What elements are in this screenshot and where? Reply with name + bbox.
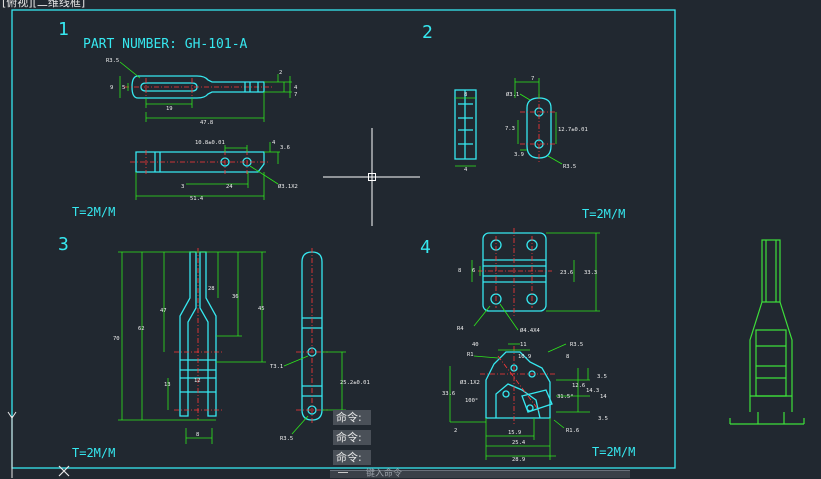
dim-label: 8 — [196, 432, 199, 438]
dim-label: 8 — [464, 92, 467, 98]
dim-label: 13 — [164, 382, 171, 388]
dim-label: R4 — [457, 326, 464, 332]
dim-label: 14.3 — [586, 388, 599, 394]
thickness-label-2: T=2M/M — [582, 207, 625, 221]
dim-label: R1.6 — [566, 428, 579, 434]
dim-label: 28.9 — [512, 457, 525, 463]
dim-label: 14 — [600, 394, 607, 400]
dim-label: R3.5 — [280, 436, 293, 442]
dim-label: 12.7±0.01 — [558, 127, 588, 133]
quadrant-number-4: 4 — [420, 237, 431, 258]
thickness-label-4: T=2M/M — [592, 445, 635, 459]
part-number-label: PART NUMBER: GH-101-A — [83, 37, 248, 52]
dim-label: 62 — [138, 326, 145, 332]
drawing-frame — [11, 9, 676, 469]
drawing-canvas[interactable]: .c { stroke: #36e8f0; fill: none; stroke… — [0, 0, 821, 478]
dim-label: 4 — [294, 85, 298, 91]
quadrant-number-3: 3 — [58, 234, 69, 255]
dim-label: 25.2±0.01 — [340, 380, 370, 386]
dim-label: 70 — [113, 336, 120, 342]
command-line-icon — [338, 472, 348, 478]
command-history-line: 命令: — [333, 450, 371, 465]
dim-label: 3 — [181, 184, 184, 190]
dim-label: 33.3 — [584, 270, 597, 276]
dim-label: 45 — [258, 306, 265, 312]
view-1-top-part[interactable]: R3.5 9 5 2 4 7 19 47.8 10.8±0.01 4 3.6 3 — [106, 58, 298, 202]
dim-label: 25.4 — [512, 440, 526, 446]
dim-label: 33.6 — [442, 391, 455, 397]
dim-label: R3.5 — [106, 58, 119, 64]
dim-label: 4 — [272, 140, 276, 146]
thickness-label-3: T=2M/M — [72, 446, 115, 460]
dim-label: R1 — [467, 352, 474, 358]
dim-label: 3.9 — [514, 152, 524, 158]
dim-label: 11 — [520, 342, 527, 348]
dim-label: 6 — [472, 268, 475, 274]
dim-label: 2 — [279, 70, 282, 76]
view-2-small-parts[interactable]: 8 4 7 Ø3.1 7.3 12.7±0.01 3.9 R3.5 — [454, 76, 588, 173]
dim-label: 4 — [464, 167, 468, 173]
view-4-clamp-assembly[interactable]: 8 6 23.6 33.3 R4 Ø4.4X4 40 11 R1 10.9 R3… — [442, 228, 608, 463]
thickness-label-1: T=2M/M — [72, 205, 115, 219]
dim-label: 9 — [110, 85, 113, 91]
dim-label: 40 — [472, 342, 479, 348]
quadrant-number-1: 1 — [58, 19, 69, 40]
dim-label: 3.5 — [598, 416, 608, 422]
view-3-side-parts[interactable]: 70 62 47 28 36 45 13 12 8 T3.1 25.2±0.01… — [113, 248, 370, 444]
dim-label: 7 — [531, 76, 534, 82]
dim-label: 47 — [160, 308, 167, 314]
dim-label: 24 — [226, 184, 233, 190]
dim-label: 8 — [566, 354, 569, 360]
dim-label: 10.8±0.01 — [195, 140, 225, 146]
dim-label: Ø4.4X4 — [520, 327, 541, 334]
dim-label: 3.6 — [280, 145, 290, 151]
dim-label: 19 — [166, 106, 173, 112]
dim-label: 36 — [232, 294, 239, 300]
command-history-line: 命令: — [333, 430, 371, 445]
dim-label: R3.5 — [570, 342, 583, 348]
dim-label: 3.5 — [597, 374, 607, 380]
dim-label: Ø3.1 — [506, 91, 519, 98]
dim-label: 28 — [208, 286, 215, 292]
dim-label: 47.8 — [200, 120, 213, 126]
dim-label: 51.4 — [190, 196, 204, 202]
dim-label: 10.9 — [518, 354, 531, 360]
dim-label: 7 — [294, 92, 297, 98]
dim-label: T3.1 — [270, 364, 283, 370]
crosshair-cursor-icon — [323, 128, 420, 226]
dim-label: 23.6 — [560, 270, 573, 276]
quadrant-number-2: 2 — [422, 22, 433, 43]
viewport-controls-label[interactable]: [俯视][二维线框] — [2, 0, 85, 9]
dim-label: 2 — [454, 428, 457, 434]
dim-label: 7.3 — [505, 126, 515, 132]
dim-label: 8 — [458, 268, 461, 274]
dim-label: 31.5° — [557, 394, 574, 400]
dim-label: 12 — [194, 378, 201, 384]
command-history-line: 命令: — [333, 410, 371, 425]
dim-label: 100° — [465, 398, 478, 404]
dim-label: R3.5 — [563, 164, 576, 170]
dim-label: Ø3.1X2 — [460, 379, 480, 386]
dim-label: 15.9 — [508, 430, 521, 436]
dim-label: 5 — [122, 85, 125, 91]
dim-label: Ø3.1X2 — [278, 183, 298, 190]
assembled-clamp-outside[interactable] — [729, 239, 805, 425]
dim-label: 12.6 — [572, 383, 585, 389]
